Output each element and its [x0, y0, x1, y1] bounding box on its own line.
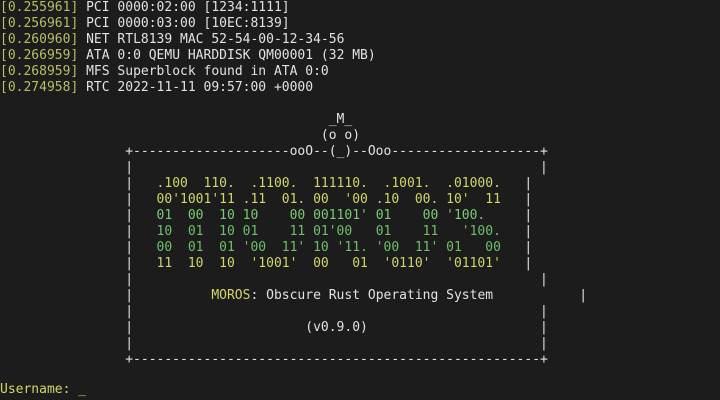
boot-log-message: MFS Superblock found in ATA 0:0	[86, 64, 329, 79]
banner-bottom-border: +---------------------------------------…	[0, 352, 548, 367]
boot-log-timestamp: [0.274958]	[0, 80, 79, 95]
terminal-screen: [0.255961] PCI 0000:02:00 [1234:1111] [0…	[0, 0, 720, 400]
boot-log-timestamp: [0.266959]	[0, 48, 79, 63]
banner-title-row: | MOROS: Obscure Rust Operating System |	[0, 288, 588, 303]
boot-log-line: [0.256961] PCI 0000:03:00 [10EC:8139]	[0, 16, 290, 32]
banner-empty-row: | |	[0, 336, 548, 351]
banner-empty-row: | |	[0, 272, 548, 287]
boot-log-message: PCI 0000:03:00 [10EC:8139]	[86, 16, 290, 31]
os-title: : Obscure Rust Operating System	[250, 288, 494, 303]
text-cursor[interactable]: _	[78, 382, 86, 397]
banner-empty-row: | |	[0, 304, 548, 319]
logo-line: 11 10 10 '1001' 00 01 '0110' '01101'	[133, 256, 525, 271]
boot-log-line: [0.260960] NET RTL8139 MAC 52-54-00-12-3…	[0, 32, 344, 48]
login-prompt[interactable]: Username: _	[0, 382, 86, 398]
boot-log-message: NET RTL8139 MAC 52-54-00-12-34-56	[86, 32, 345, 47]
banner-empty-row: | |	[0, 160, 548, 175]
boot-log-timestamp: [0.256961]	[0, 16, 79, 31]
username-label: Username:	[0, 382, 79, 397]
boot-log-timestamp: [0.268959]	[0, 64, 79, 79]
boot-log-line: [0.266959] ATA 0:0 QEMU HARDDISK QM00001…	[0, 48, 376, 64]
banner-logo-row: | 11 10 10 '1001' 00 01 '0110' '01101' |	[0, 256, 533, 271]
logo-line: .100 110. .1100. 111110. .1001. .01000.	[133, 176, 525, 191]
boot-log-line: [0.274958] RTC 2022-11-11 09:57:00 +0000	[0, 80, 313, 96]
boot-log-line: [0.268959] MFS Superblock found in ATA 0…	[0, 64, 329, 80]
boot-log-message: PCI 0000:02:00 [1234:1111]	[86, 0, 290, 15]
logo-line: 00'1001'11 .11 01. 00 '00 .10 00. 10' 11	[133, 192, 525, 207]
logo-line: 00 01 01 '00 11' 10 '11. '00 11' 01 00	[133, 240, 525, 255]
boot-log-timestamp: [0.255961]	[0, 0, 79, 15]
banner-logo-row: | 00'1001'11 .11 01. 00 '00 .10 00. 10' …	[0, 192, 533, 207]
os-version: (v0.9.0)	[305, 320, 368, 335]
banner-mascot-face: (o o)	[0, 128, 361, 143]
banner-logo-row: | 00 01 01 '00 11' 10 '11. '00 11' 01 00…	[0, 240, 533, 255]
boot-log-timestamp: [0.260960]	[0, 32, 79, 47]
banner-logo-row: | .100 110. .1100. 111110. .1001. .01000…	[0, 176, 533, 191]
boot-log-line: [0.255961] PCI 0000:02:00 [1234:1111]	[0, 0, 290, 16]
banner-logo-row: | 10 01 10 01 11 01'00 01 11 '100. |	[0, 224, 533, 239]
banner-mascot-head: _M_	[0, 112, 353, 127]
banner-version-row: | (v0.9.0) |	[0, 320, 548, 335]
boot-log-message: ATA 0:0 QEMU HARDDISK QM00001 (32 MB)	[86, 48, 376, 63]
banner-logo-row: | 01 00 10 10 00 001101' 01 00 '100. |	[0, 208, 533, 223]
os-name: MOROS	[211, 288, 251, 303]
logo-line: 01 00 10 10 00 001101' 01 00 '100.	[133, 208, 525, 223]
boot-log-message: RTC 2022-11-11 09:57:00 +0000	[86, 80, 314, 95]
logo-line: 10 01 10 01 11 01'00 01 11 '100.	[133, 224, 525, 239]
banner-top-border: +--------------------ooO--(_)--Ooo------…	[0, 144, 548, 159]
